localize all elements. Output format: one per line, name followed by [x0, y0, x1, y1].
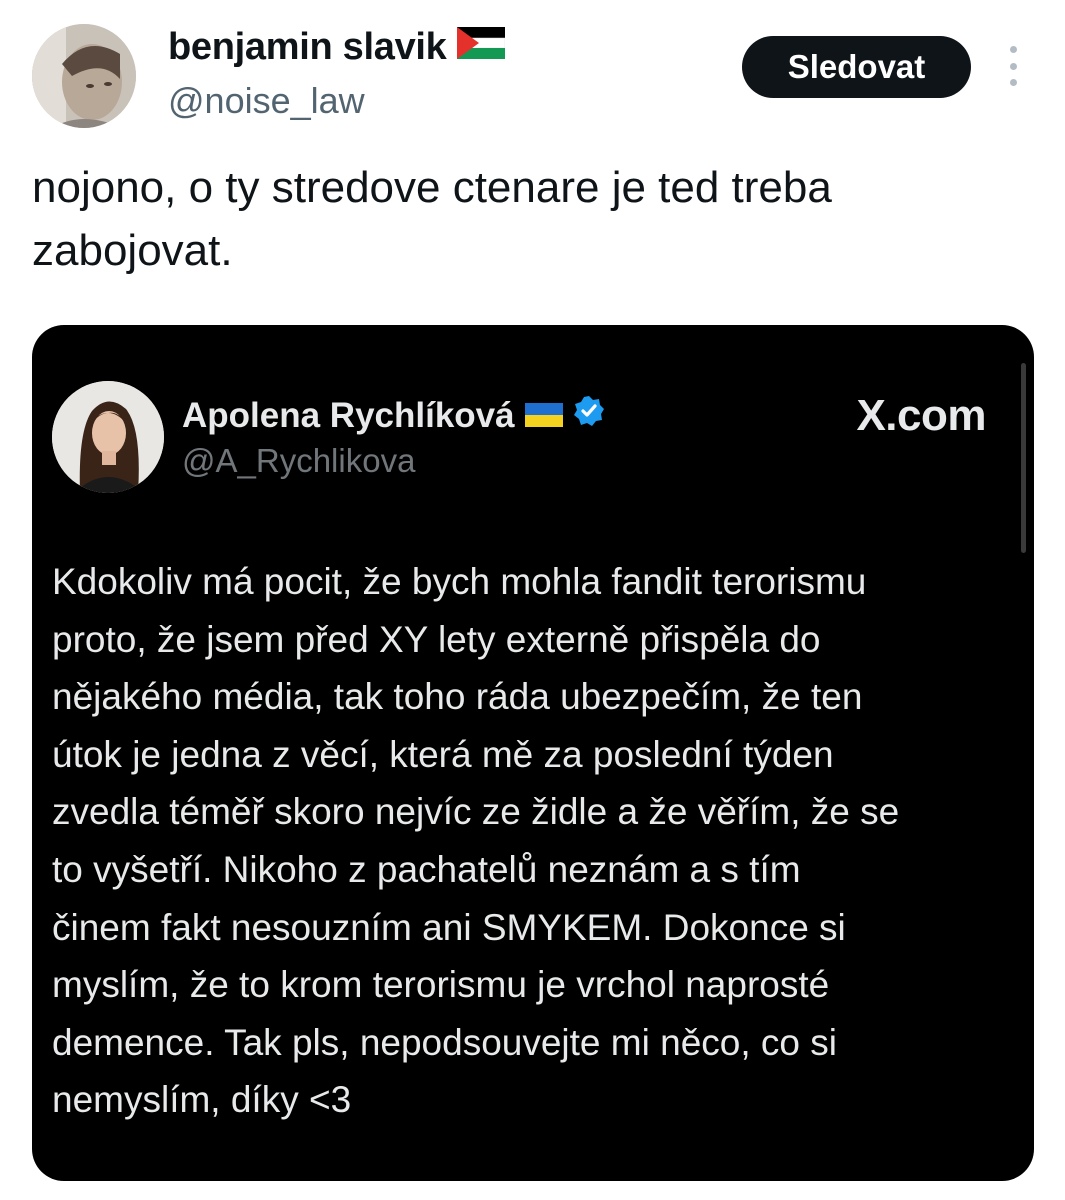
more-options-icon[interactable]: [1002, 46, 1024, 86]
follow-button[interactable]: Sledovat: [742, 36, 971, 98]
author-display-name-row[interactable]: benjamin slavik: [168, 26, 505, 69]
embedded-author-name-row: Apolena Rychlíková: [182, 395, 605, 436]
post-view: benjamin slavik @noise_law Sledovat nojo…: [0, 0, 1065, 1200]
embedded-post-text: Kdokoliv má pocit, že bych mohla fandit …: [52, 561, 900, 1121]
verified-badge-icon: [573, 395, 605, 436]
author-display-name[interactable]: benjamin slavik: [168, 26, 447, 69]
embedded-scrollbar: [1021, 363, 1026, 553]
embedded-author-avatar: [52, 381, 164, 493]
embedded-author-display-name: Apolena Rychlíková: [182, 395, 515, 435]
embedded-post-image[interactable]: Apolena Rychlíková @A_Rychlikova X.com K…: [32, 325, 1034, 1181]
author-avatar[interactable]: [32, 24, 136, 128]
x-logo-icon: X.com: [856, 391, 986, 440]
embedded-author-handle: @A_Rychlikova: [182, 442, 416, 479]
palestine-flag-icon: [456, 26, 505, 69]
ukraine-flag-icon: [524, 396, 563, 436]
post-text: nojono, o ty stredove ctenare je ted tre…: [32, 163, 832, 275]
author-handle[interactable]: @noise_law: [168, 80, 365, 122]
